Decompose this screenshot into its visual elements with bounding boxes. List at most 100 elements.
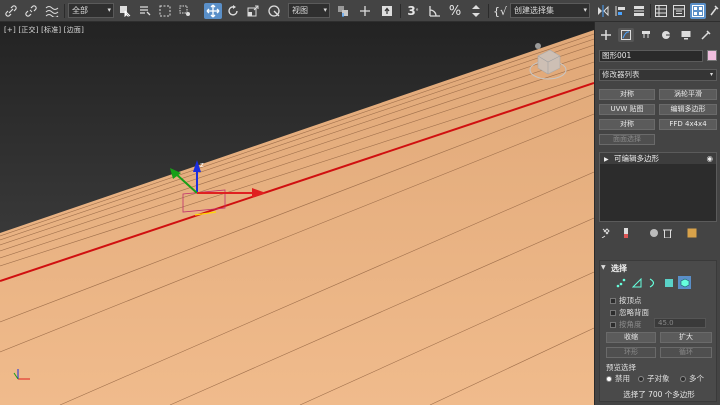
unlink-icon[interactable] (24, 3, 38, 19)
by-vertex-label: 按顶点 (619, 296, 642, 305)
viewport-shading[interactable]: [标准] (41, 26, 61, 34)
edge-level-icon[interactable] (631, 277, 642, 291)
percent-snap-icon[interactable]: % (446, 3, 464, 19)
by-angle-label: 按角度 (619, 320, 642, 329)
polygon-level-icon[interactable] (664, 278, 674, 291)
collapse-arrow-icon[interactable]: ▼ (601, 264, 606, 271)
modifier-list-label: 修改器列表 (602, 70, 640, 79)
named-selection-dropdown[interactable]: 创建选择集 ▾ (510, 3, 590, 18)
turbosmooth-button[interactable]: 涡轮平滑 (659, 89, 717, 100)
edit-poly-button[interactable]: 编辑多边形 (659, 104, 717, 115)
checkbox-box[interactable] (610, 297, 616, 304)
edit-named-selection-icon[interactable]: {√ (492, 3, 508, 19)
main-toolbar: 全部 ▾ 视图 ▾ 3 ° % {√ 创建选择集 ▾ (0, 0, 720, 22)
chevron-down-icon: ▾ (709, 71, 713, 78)
ffd-button[interactable]: FFD 4x4x4 (659, 119, 717, 130)
align-icon[interactable] (614, 3, 628, 19)
bind-spacewarp-icon[interactable] (44, 3, 60, 19)
command-panel: 图形001 修改器列表 ▾ 对称 涡轮平滑 UVW 贴图 编辑多边形 对称 FFD… (594, 22, 720, 405)
select-object-icon[interactable] (118, 3, 132, 19)
configure-modifier-sets-icon[interactable] (687, 228, 697, 241)
stack-toolbar (599, 228, 717, 240)
spinner-snap-icon[interactable] (468, 3, 484, 19)
uvw-map-button[interactable]: UVW 贴图 (599, 104, 655, 115)
select-by-name-icon[interactable] (138, 3, 152, 19)
layers-icon[interactable] (632, 3, 646, 19)
show-end-result-icon[interactable] (623, 228, 629, 241)
modifier-stack[interactable]: ▶ 可编辑多边形 ◉ (599, 152, 717, 222)
scene-explorer-icon[interactable] (654, 3, 668, 19)
grow-button[interactable]: 扩大 (660, 332, 712, 343)
command-panel-tabs (595, 26, 720, 44)
ring-button[interactable]: 环形 (606, 347, 656, 358)
rect-selection-icon[interactable] (158, 3, 172, 19)
preview-subobject-radio[interactable]: 子对象 (638, 373, 670, 384)
keyboard-shortcut-icon[interactable] (380, 3, 394, 19)
rotate-icon[interactable] (226, 3, 240, 19)
make-unique-icon[interactable] (649, 228, 659, 241)
named-selection-value: 创建选择集 (514, 6, 554, 15)
border-level-icon[interactable] (648, 278, 658, 291)
viewport-label[interactable]: [+] [正交] [标准] [边面] (4, 25, 84, 35)
modifier-list-dropdown[interactable]: 修改器列表 ▾ (599, 69, 717, 81)
snap-3d-icon[interactable]: 3 ° (404, 3, 422, 19)
angle-value: 45.0 (658, 319, 674, 327)
scale-icon[interactable] (246, 3, 260, 19)
object-color-swatch[interactable] (707, 50, 717, 61)
selection-filter-dropdown[interactable]: 全部 ▾ (68, 3, 114, 18)
eye-icon[interactable]: ◉ (706, 153, 713, 164)
angle-spinner[interactable]: 45.0 (654, 318, 706, 328)
preview-multi-radio[interactable]: 多个 (680, 373, 704, 384)
stack-item-editable-poly[interactable]: ▶ 可编辑多边形 ◉ (600, 153, 716, 164)
object-name-field[interactable]: 图形001 (599, 50, 703, 62)
mirror-icon[interactable] (596, 3, 610, 19)
select-manipulate-icon[interactable] (358, 3, 372, 19)
selection-rollout-title[interactable]: 选择 (611, 263, 627, 274)
viewport-point-of-view[interactable]: [正交] (18, 26, 38, 34)
by-angle-checkbox[interactable]: 按角度 (610, 319, 642, 330)
vertex-level-icon[interactable] (616, 278, 626, 291)
pin-stack-icon[interactable] (601, 228, 610, 241)
pivot-center-icon[interactable] (334, 3, 352, 19)
symmetry-2-button[interactable]: 对称 (599, 119, 655, 130)
radio-dot[interactable] (638, 375, 644, 382)
viewport-edges[interactable]: [边面] (64, 26, 84, 34)
radio-dot[interactable] (680, 375, 686, 382)
by-vertex-checkbox[interactable]: 按顶点 (610, 295, 642, 306)
tab-modify[interactable] (618, 28, 634, 42)
symmetry-button[interactable]: 对称 (599, 89, 655, 100)
subobject-level-icons (616, 276, 706, 291)
tab-create[interactable] (598, 28, 614, 42)
move-icon[interactable] (204, 3, 222, 19)
tab-motion[interactable] (658, 28, 674, 42)
checkbox-box[interactable] (610, 309, 616, 316)
link-icon[interactable] (4, 3, 18, 19)
placement-icon[interactable] (266, 3, 282, 19)
reference-coordinate-dropdown[interactable]: 视图 ▾ (288, 3, 330, 18)
checkbox-box[interactable] (610, 321, 616, 328)
ignore-backfacing-label: 忽略背面 (619, 308, 649, 317)
viewport-menu-plus[interactable]: [+] (4, 26, 16, 34)
expand-arrow-icon[interactable]: ▶ (604, 156, 609, 163)
viewport-scene[interactable]: z (0, 22, 594, 405)
loop-button[interactable]: 循环 (660, 347, 712, 358)
viewport-perspective[interactable]: z [+] [正交] [标准] [边面] (0, 22, 594, 405)
element-level-icon[interactable] (678, 276, 691, 289)
shrink-button[interactable]: 收缩 (606, 332, 656, 343)
ignore-backfacing-checkbox[interactable]: 忽略背面 (610, 307, 649, 318)
tools-icon[interactable] (708, 3, 720, 19)
window-crossing-icon[interactable] (178, 3, 192, 19)
command-panel-toggle-icon[interactable] (690, 3, 706, 19)
selection-rollout: ▼ 选择 按顶点 忽略背面 按角度 45.0 收缩 扩大 环形 循环 预览选择 … (599, 260, 717, 402)
preview-off-radio[interactable]: 禁用 (606, 373, 630, 384)
radio-dot[interactable] (606, 375, 612, 382)
tab-utilities[interactable] (698, 28, 714, 42)
tab-hierarchy[interactable] (638, 28, 654, 42)
remove-modifier-icon[interactable] (663, 228, 672, 241)
surface-select-button[interactable]: 面面选择 (599, 134, 655, 145)
preview-subobject-label: 子对象 (647, 374, 670, 383)
tab-display[interactable] (678, 28, 694, 42)
ribbon-icon[interactable] (672, 3, 686, 19)
svg-text:z: z (200, 161, 204, 169)
angle-snap-icon[interactable] (426, 3, 444, 19)
